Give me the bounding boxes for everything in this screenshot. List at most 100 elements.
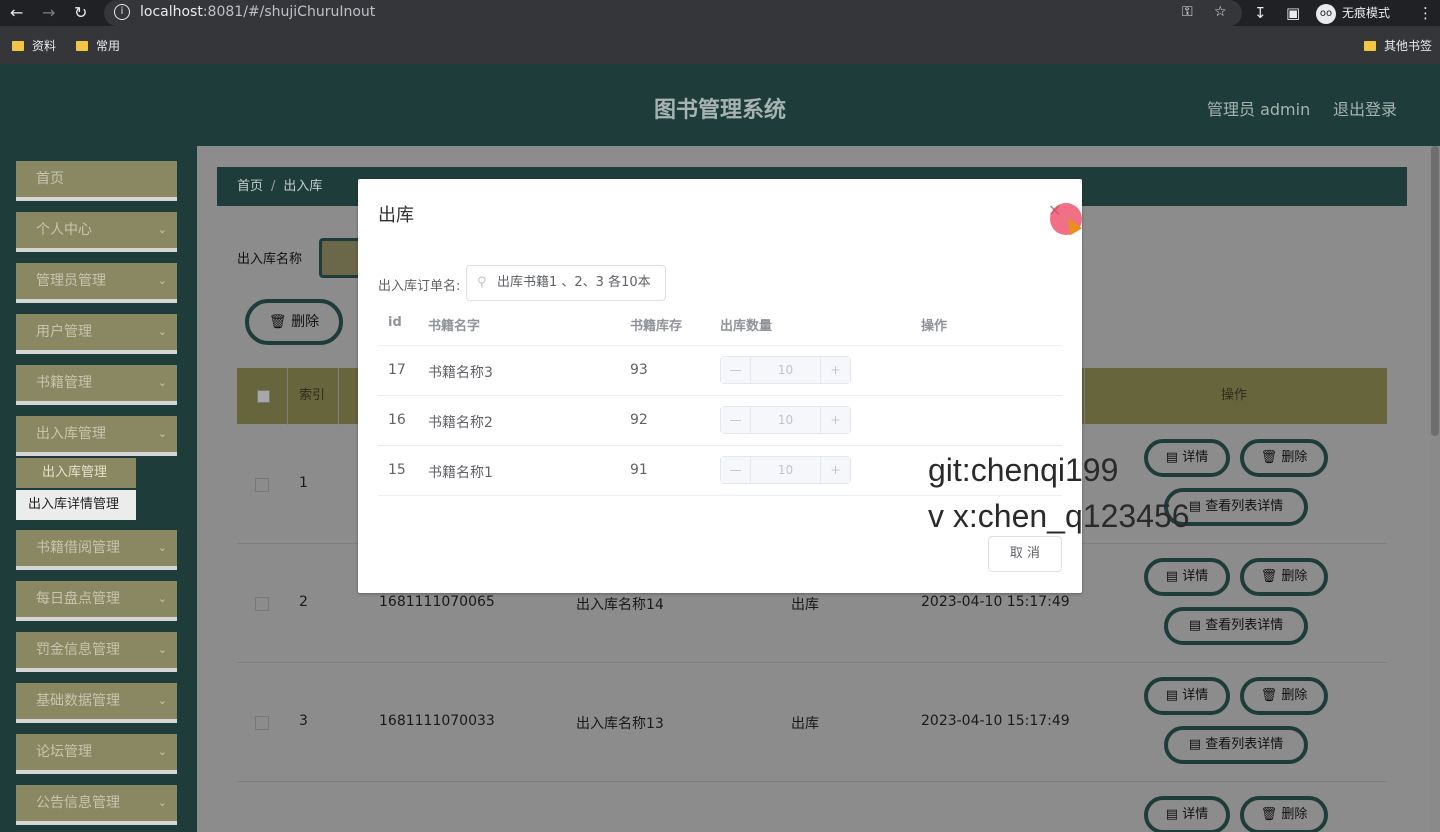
order-name-input[interactable]: ⚲ 出库书籍1 、2、3 各10本 — [466, 265, 666, 301]
sidebar-item-admins[interactable]: 管理员管理 ⌄ — [16, 263, 177, 303]
detail-button[interactable]: ▤ 详情 — [1144, 677, 1230, 715]
sidebar-item-forum[interactable]: 论坛管理 ⌄ — [16, 734, 177, 774]
batch-delete-button[interactable]: 🗑 删除 — [245, 299, 343, 345]
row-checkbox[interactable] — [255, 597, 269, 611]
menu-dots-icon[interactable]: ⋮ — [1418, 4, 1433, 22]
other-bookmarks[interactable]: 其他书签 — [1364, 37, 1432, 54]
document-icon: ▤ — [1165, 807, 1179, 822]
delete-button[interactable]: 🗑 删除 — [1240, 796, 1328, 832]
minus-icon[interactable]: — — [721, 407, 751, 433]
list-detail-button[interactable]: ▤ 查看列表详情 — [1164, 607, 1308, 645]
detail-button[interactable]: ▤ 详情 — [1144, 439, 1230, 477]
sidebar-item-base-data[interactable]: 基础数据管理 ⌄ — [16, 683, 177, 723]
sidebar-subitem-inout-detail[interactable]: 出入库详情管理 — [16, 490, 136, 520]
detail-button[interactable]: ▤ 详情 — [1144, 796, 1230, 832]
book-name: 书籍名称1 — [428, 465, 493, 481]
key-icon[interactable]: ⚿ — [1182, 4, 1193, 20]
book-stock: 92 — [630, 412, 648, 428]
chevron-down-icon: ⌄ — [157, 745, 167, 758]
column-header-stock: 书籍库存 — [630, 319, 683, 334]
trash-icon: 🗑 — [1260, 569, 1278, 584]
url-text: localhost:8081/#/shujiChuruInout — [140, 4, 376, 20]
side-panel-icon[interactable]: ▣ — [1286, 4, 1300, 22]
quantity-stepper[interactable]: — 10 + — [720, 356, 851, 384]
admin-label: 管理员 admin — [1207, 100, 1311, 119]
detail-button[interactable]: ▤ 详情 — [1144, 558, 1230, 596]
forward-icon[interactable]: → — [42, 3, 55, 22]
row-name: 出入库名称13 — [576, 716, 664, 732]
row-time: 2023-04-10 15:17:49 — [921, 713, 1070, 729]
document-icon: ▤ — [1165, 569, 1179, 584]
search-icon: ⚲ — [477, 275, 487, 290]
row-name: 出入库名称14 — [576, 597, 664, 613]
address-bar[interactable]: i localhost:8081/#/shujiChuruInout ⚿ ☆ — [104, 0, 1242, 26]
trash-icon: 🗑 — [268, 314, 287, 330]
logout-link[interactable]: 退出登录 — [1333, 96, 1397, 120]
chevron-down-icon: ⌄ — [157, 376, 167, 389]
chevron-down-icon: ⌄ — [157, 541, 167, 554]
trash-icon: 🗑 — [1260, 807, 1278, 822]
sidebar-item-profile[interactable]: 个人中心 ⌄ — [16, 212, 177, 252]
plus-icon[interactable]: + — [820, 357, 850, 383]
sidebar-item-notices[interactable]: 公告信息管理 ⌄ — [16, 785, 177, 825]
quantity-stepper[interactable]: — 10 + — [720, 406, 851, 434]
sidebar-item-books[interactable]: 书籍管理 ⌄ — [16, 365, 177, 405]
sidebar-item-home[interactable]: 首页 — [16, 161, 177, 201]
folder-icon — [1364, 41, 1376, 51]
sidebar-item-users[interactable]: 用户管理 ⌄ — [16, 314, 177, 354]
row-type: 出库 — [791, 597, 819, 613]
bookmark-folder[interactable]: 常用 — [76, 37, 120, 54]
row-index: 2 — [299, 594, 308, 610]
quantity-value[interactable]: 10 — [751, 457, 820, 483]
watermark-line: git:chenqi199 — [928, 452, 1119, 488]
sidebar-item-inout[interactable]: 出入库管理 ⌄ — [16, 416, 177, 456]
document-icon: ▤ — [1165, 450, 1179, 465]
quantity-stepper[interactable]: — 10 + — [720, 456, 851, 484]
minus-icon[interactable]: — — [721, 457, 751, 483]
delete-button[interactable]: 🗑 删除 — [1240, 439, 1328, 477]
row-index: 1 — [299, 475, 308, 491]
plus-icon[interactable]: + — [820, 407, 850, 433]
row-checkbox[interactable] — [255, 478, 269, 492]
book-stock: 93 — [630, 362, 648, 378]
watermark-line: v x:chen_q123456 — [928, 498, 1190, 534]
sidebar-item-fines[interactable]: 罚金信息管理 ⌄ — [16, 632, 177, 672]
breadcrumb-current: 出入库 — [283, 179, 323, 194]
sidebar-item-daily-check[interactable]: 每日盘点管理 ⌄ — [16, 581, 177, 621]
cancel-button[interactable]: 取 消 — [988, 536, 1062, 572]
bookmark-folder[interactable]: 资料 — [12, 37, 56, 54]
row-order-no: 1681111070065 — [379, 594, 495, 610]
download-icon[interactable]: ↧ — [1254, 4, 1267, 22]
plus-icon[interactable]: + — [820, 457, 850, 483]
document-icon: ▤ — [1188, 618, 1202, 633]
back-icon[interactable]: ← — [10, 3, 23, 22]
app-header: 图书管理系统 管理员 admin 退出登录 — [0, 64, 1440, 146]
row-checkbox[interactable] — [255, 716, 269, 730]
page-scrollbar-thumb[interactable] — [1431, 146, 1439, 436]
list-detail-button[interactable]: ▤ 查看列表详情 — [1164, 726, 1308, 764]
sidebar-item-borrow[interactable]: 书籍借阅管理 ⌄ — [16, 530, 177, 570]
column-header-actions: 操作 — [1221, 388, 1248, 403]
chevron-down-icon: ⌄ — [157, 694, 167, 707]
incognito-indicator[interactable]: oo 无痕模式 — [1316, 2, 1390, 24]
chevron-down-icon: ⌄ — [157, 427, 167, 440]
book-id: 16 — [388, 412, 406, 428]
minus-icon[interactable]: — — [721, 357, 751, 383]
row-time: 2023-04-10 15:17:49 — [921, 594, 1070, 610]
select-all-checkbox[interactable] — [257, 390, 270, 403]
column-header-id: id — [388, 315, 402, 330]
site-info-icon[interactable]: i — [114, 4, 130, 20]
quantity-value[interactable]: 10 — [751, 407, 820, 433]
row-index: 3 — [299, 713, 308, 729]
chevron-down-icon: ⌄ — [157, 592, 167, 605]
delete-button[interactable]: 🗑 删除 — [1240, 558, 1328, 596]
star-icon[interactable]: ☆ — [1214, 4, 1227, 20]
book-id: 15 — [388, 462, 406, 478]
reload-icon[interactable]: ↻ — [74, 3, 87, 22]
delete-button[interactable]: 🗑 删除 — [1240, 677, 1328, 715]
quantity-value[interactable]: 10 — [751, 357, 820, 383]
row-type: 出库 — [791, 716, 819, 732]
sidebar-subitem-inout[interactable]: 出入库管理 — [16, 458, 136, 488]
breadcrumb-home[interactable]: 首页 — [237, 179, 263, 194]
column-header-ops: 操作 — [921, 319, 948, 334]
